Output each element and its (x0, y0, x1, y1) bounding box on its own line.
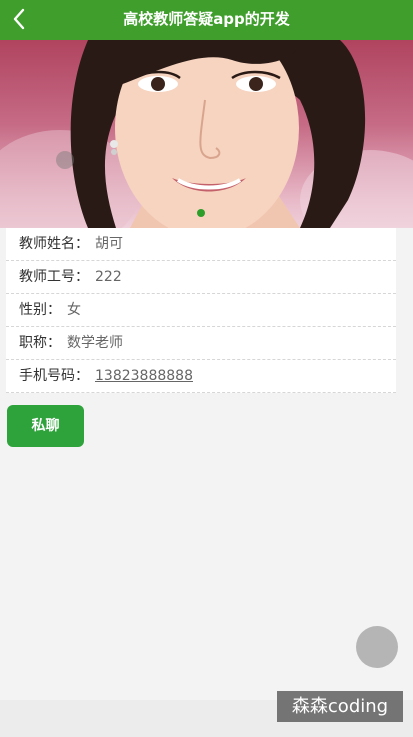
field-label: 教师工号： (19, 269, 89, 285)
teacher-name-value: 胡可 (95, 236, 123, 252)
field-label: 性别： (19, 302, 61, 318)
title-value: 数学老师 (67, 335, 123, 351)
teacher-info-card: 教师姓名： 胡可 教师工号： 222 性别： 女 职称： 数学老师 手机号码： 13823… (6, 228, 396, 393)
teacher-id-value: 222 (95, 269, 122, 285)
phone-row: 手机号码： 13823888888 (6, 360, 396, 393)
gender-value: 女 (67, 302, 81, 318)
photo-carousel[interactable] (0, 40, 413, 228)
floating-action-button[interactable] (356, 626, 398, 668)
field-label: 手机号码： (19, 368, 89, 384)
top-bar: 高校教师答疑app的开发 (0, 0, 413, 40)
carousel-prev-button[interactable] (56, 151, 74, 169)
chevron-left-icon (13, 8, 25, 30)
back-button[interactable] (4, 4, 34, 34)
field-label: 职称： (19, 335, 61, 351)
private-chat-button[interactable]: 私聊 (7, 405, 84, 447)
phone-link[interactable]: 13823888888 (95, 368, 193, 384)
field-label: 教师姓名： (19, 236, 89, 252)
page-title: 高校教师答疑app的开发 (123, 10, 290, 28)
teacher-photo (0, 40, 413, 228)
title-row: 职称： 数学老师 (6, 327, 396, 360)
gender-row: 性别： 女 (6, 294, 396, 327)
teacher-name-row: 教师姓名： 胡可 (6, 228, 396, 261)
watermark: 森森coding (277, 691, 403, 722)
teacher-id-row: 教师工号： 222 (6, 261, 396, 294)
carousel-indicator-dot[interactable] (197, 209, 205, 217)
